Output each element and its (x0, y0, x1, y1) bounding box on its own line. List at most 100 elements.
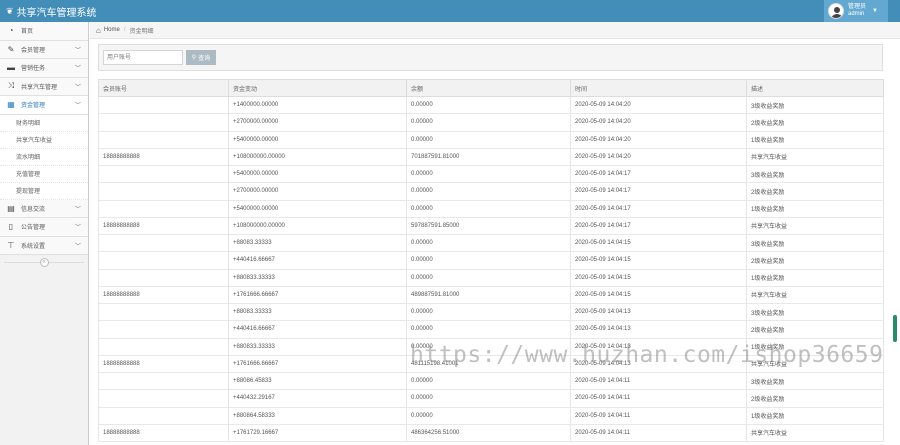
table-row: +5400000.00000 0.00000 2020-05-09 14:04:20… (98, 131, 884, 149)
change-cell: +88086.45833 (228, 371, 407, 391)
table-row: +88083.33333 0.00000 2020-05-09 14:04:13 3级… (98, 302, 884, 322)
account-cell: 18888888888 (98, 286, 229, 305)
description-cell: 2级收益奖励 (746, 113, 884, 132)
change-cell: +440416.66667 (228, 251, 407, 270)
account-cell (98, 320, 229, 339)
description-cell: 共享汽车收益 (746, 355, 884, 374)
balance-cell: 0.00000 (406, 182, 571, 201)
sidebar-item-cars[interactable]: ⤨ 共享汽车管理 ﹀ (0, 77, 88, 96)
search-button-label: 查询 (198, 56, 211, 62)
account-search-input[interactable] (103, 50, 183, 65)
chevron-down-icon: ﹀ (74, 66, 81, 73)
user-role: admin (848, 11, 865, 17)
column-header-account: 会员账号 (98, 79, 229, 97)
calendar-icon: ▦ (7, 100, 15, 110)
table-row: +440416.66667 0.00000 2020-05-09 14:04:15 2… (98, 251, 884, 270)
chevron-down-icon: ﹀ (74, 47, 81, 54)
search-panel: ⚲ 查询 (98, 44, 883, 71)
sidebar-item-label: 系统设置 (21, 243, 46, 250)
table-row: +2700000.00000 0.00000 2020-05-09 14:04:17… (98, 182, 884, 201)
description-cell: 3级收益奖励 (746, 96, 884, 115)
description-cell: 2级收益奖励 (746, 389, 884, 408)
change-cell: +440416.66667 (228, 320, 407, 339)
change-cell: +88083.33333 (228, 302, 407, 322)
sidebar-item-marketing[interactable]: ▬ 营销任务 ﹀ (0, 59, 88, 78)
sidebar-item-label: 信息交流 (21, 206, 46, 213)
change-cell: +880833.33333 (228, 269, 407, 287)
balance-cell: 0.00000 (406, 320, 571, 339)
user-menu[interactable]: 管理员 admin ▼ (824, 0, 888, 22)
description-cell: 2级收益奖励 (746, 251, 884, 270)
time-cell: 2020-05-09 14:04:20 (570, 113, 747, 132)
submenu-item-car-income[interactable]: 共享汽车收益 (0, 132, 88, 149)
sidebar-item-label: 营销任务 (21, 66, 46, 73)
sidebar-item-members[interactable]: ✎ 会员管理 ﹀ (0, 40, 88, 59)
table-row: +5400000.00000 0.00000 2020-05-09 14:04:17… (98, 200, 884, 218)
balance-cell: 0.00000 (406, 233, 571, 253)
table-header-row: 会员账号 资金变动 余额 时间 描述 (98, 79, 884, 97)
search-button[interactable]: ⚲ 查询 (186, 50, 216, 65)
description-cell: 3级收益奖励 (746, 371, 884, 391)
sidebar-item-funds[interactable]: ▦ 资金管理 ﹀ (0, 96, 88, 115)
balance-cell: 0.00000 (406, 302, 571, 322)
time-cell: 2020-05-09 14:04:11 (570, 424, 747, 443)
submenu-item-finance-detail[interactable]: 财务明细 (0, 115, 88, 132)
breadcrumb-home[interactable]: Home (104, 27, 120, 33)
submenu-item-recharge[interactable]: 充值管理 (0, 166, 88, 183)
gamepad-icon: ▬ (7, 63, 15, 73)
balance-cell: 0.00000 (406, 407, 571, 425)
account-cell (98, 338, 229, 356)
sidebar-item-label: 公告管理 (21, 225, 46, 232)
table-row: +88083.33333 0.00000 2020-05-09 14:04:15 3级… (98, 233, 884, 253)
submenu-item-flow-detail[interactable]: 流水明细 (0, 149, 88, 166)
account-cell (98, 371, 229, 391)
scrollbar-thumb[interactable] (893, 315, 897, 342)
chevron-down-icon: ﹀ (74, 84, 81, 91)
change-cell: +5400000.00000 (228, 200, 407, 218)
sidebar-item-messages[interactable]: ▤ 信息交流 ﹀ (0, 199, 88, 218)
table-row: +880833.33333 0.00000 2020-05-09 14:04:15 1… (98, 269, 884, 287)
shuffle-icon: ⤨ (7, 81, 15, 91)
change-cell: +2700000.00000 (228, 113, 407, 132)
table-row: +440432.29167 0.00000 2020-05-09 14:04:11 2… (98, 389, 884, 408)
time-cell: 2020-05-09 14:04:15 (570, 233, 747, 253)
time-cell: 2020-05-09 14:04:13 (570, 355, 747, 374)
table-row: 18888888888 +1761666.66667 481115198.41001… (98, 355, 884, 374)
description-cell: 1级收益奖励 (746, 200, 884, 218)
description-cell: 共享汽车收益 (746, 148, 884, 167)
account-cell: 18888888888 (98, 148, 229, 167)
sidebar-item-home[interactable]: ◔ 首页 (0, 22, 88, 41)
funds-submenu: 财务明细 共享汽车收益 流水明细 充值管理 提现管理 (0, 114, 88, 200)
table-row: +2700000.00000 0.00000 2020-05-09 14:04:20… (98, 113, 884, 132)
sidebar-item-notices[interactable]: ▯ 公告管理 ﹀ (0, 218, 88, 237)
time-cell: 2020-05-09 14:04:20 (570, 148, 747, 167)
balance-cell: 0.00000 (406, 269, 571, 287)
account-cell (98, 269, 229, 287)
leaf-icon: ❦ (6, 6, 14, 16)
sidebar-collapse: « (0, 255, 88, 269)
time-cell: 2020-05-09 14:04:15 (570, 251, 747, 270)
sidebar: ◔ 首页 ✎ 会员管理 ﹀ ▬ 营销任务 ﹀ ⤨ 共享汽车管理 ﹀ ▦ 资金管理… (0, 22, 89, 445)
submenu-item-withdraw[interactable]: 提现管理 (0, 183, 88, 200)
account-cell (98, 200, 229, 218)
double-chevron-left-icon[interactable]: « (39, 257, 49, 267)
column-header-description: 描述 (746, 79, 884, 97)
balance-cell: 0.00000 (406, 113, 571, 132)
balance-cell: 481115198.41001 (406, 355, 571, 374)
change-cell: +1761666.66667 (228, 355, 407, 374)
sidebar-item-label: 共享汽车管理 (21, 84, 58, 91)
change-cell: +1400000.00000 (228, 96, 407, 115)
fund-detail-table: 会员账号 资金变动 余额 时间 描述 +1400000.00000 0.00000… (98, 79, 884, 443)
app-brand[interactable]: ❦ 共享汽车管理系统 (6, 4, 97, 19)
chevron-down-icon: ﹀ (74, 206, 81, 213)
change-cell: +5400000.00000 (228, 131, 407, 149)
list-alt-icon: ▤ (7, 203, 15, 213)
time-cell: 2020-05-09 14:04:11 (570, 389, 747, 408)
change-cell: +2700000.00000 (228, 182, 407, 201)
account-cell (98, 131, 229, 149)
table-row: 18888888888 +1761729.16667 486364256.51000… (98, 424, 884, 443)
balance-cell: 0.00000 (406, 251, 571, 270)
change-cell: +440432.29167 (228, 389, 407, 408)
chevron-down-icon: ﹀ (74, 225, 81, 232)
sidebar-item-settings[interactable]: ⊤ 系统设置 ﹀ (0, 236, 88, 255)
